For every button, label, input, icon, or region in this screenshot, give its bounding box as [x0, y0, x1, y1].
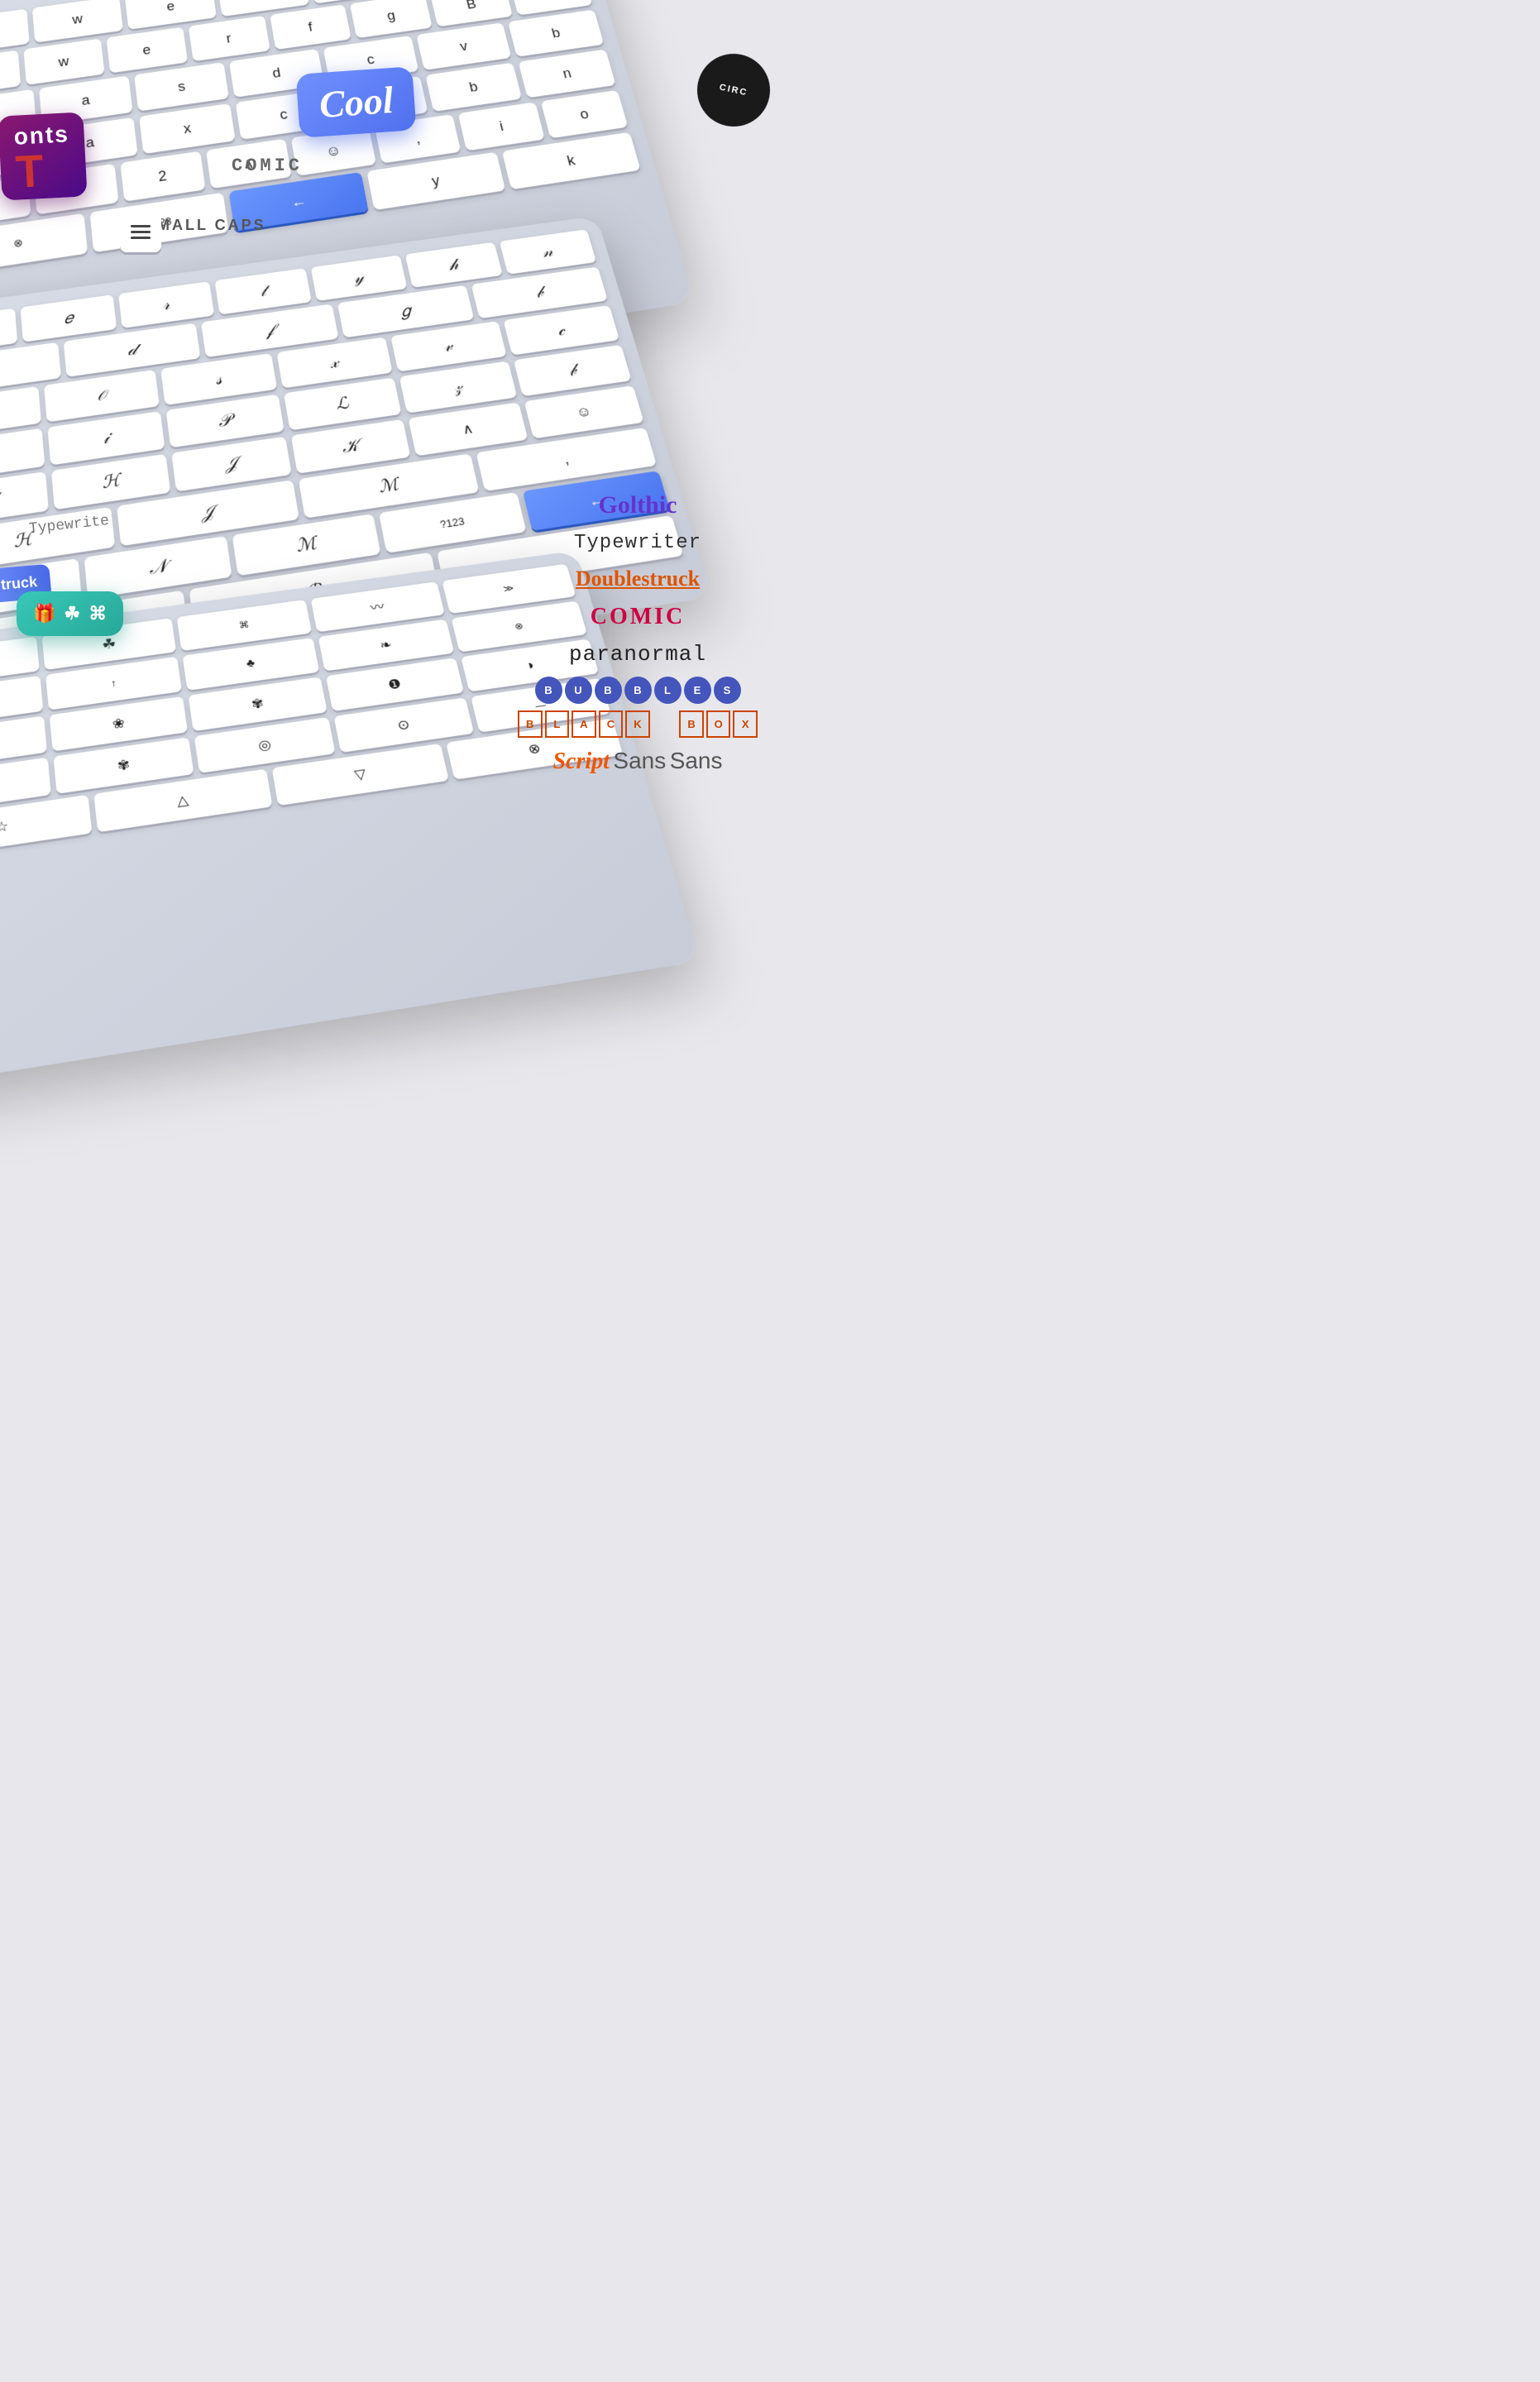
bubble-e: E — [684, 677, 711, 704]
bbox-x: X — [733, 710, 758, 738]
font-comic-text: COMIC — [591, 604, 686, 629]
bbox-k: K — [625, 710, 650, 738]
teal-icon-1: 🎁 — [33, 603, 55, 624]
key-sc-r[interactable]: 𝓇 — [118, 281, 214, 328]
bubble-l: L — [654, 677, 682, 704]
comic-label: COMIC — [232, 155, 303, 176]
teal-icon-3: ⌘ — [88, 603, 107, 624]
bubble-u: U — [565, 677, 592, 704]
cool-badge[interactable]: Cool — [295, 66, 416, 138]
bbox-c: C — [599, 710, 624, 738]
key-sc-e[interactable]: 𝑒 — [21, 294, 117, 342]
circ-badge: CIRC — [691, 47, 777, 133]
bbox-sp — [653, 710, 677, 738]
bbox-o: O — [706, 710, 731, 738]
key-i[interactable]: i — [458, 102, 545, 151]
circ-label: CIRC — [719, 83, 749, 98]
font-paranormal-text: paranormal — [569, 642, 706, 667]
key-2[interactable]: 2 — [120, 151, 205, 202]
hamburger-line-2 — [131, 231, 151, 233]
key-o2[interactable]: o — [541, 90, 628, 138]
font-panel: Golthic Typewriter Doublestruck COMIC pa… — [518, 488, 758, 784]
key-b2[interactable]: b — [508, 10, 604, 57]
fonts-badge[interactable]: onts T — [0, 112, 88, 200]
key-q[interactable]: q — [0, 50, 21, 98]
bubble-b: B — [535, 677, 562, 704]
key-sc-t[interactable]: 𝓉 — [215, 268, 312, 314]
teal-icon-2: ☘ — [64, 603, 80, 624]
key-star-outline[interactable]: ☆ — [0, 795, 92, 859]
font-blackbox-row[interactable]: B L A C K B O X — [518, 710, 758, 738]
key-s[interactable]: s — [135, 62, 230, 111]
font-doublestruck-text: Doublestruck — [576, 567, 700, 591]
bubble-s: S — [714, 677, 741, 704]
bbox-b2: B — [679, 710, 704, 738]
key-x[interactable]: x — [140, 103, 236, 154]
hamburger-line-1 — [131, 225, 151, 227]
font-script-sans-row[interactable]: Script Sans Sans — [518, 744, 758, 777]
font-gothic-row[interactable]: Golthic — [518, 488, 758, 523]
bubble-b3: B — [624, 677, 652, 704]
key-w2[interactable]: w — [23, 39, 104, 85]
bubble-b2: B — [595, 677, 622, 704]
key-g2[interactable]: g — [350, 0, 433, 38]
teal-badge[interactable]: 🎁 ☘ ⌘ — [17, 591, 123, 636]
key-backspace-x[interactable]: ⊗ — [0, 213, 88, 274]
font-bubbles-row[interactable]: B U B B L E S — [518, 677, 758, 704]
mallcaps-label: MALL CAPS — [157, 217, 266, 234]
font-comic-row[interactable]: COMIC — [518, 600, 758, 633]
key-r2[interactable]: r — [188, 16, 270, 61]
key-b3[interactable]: b — [425, 63, 522, 112]
font-paranormal-row[interactable]: paranormal — [518, 639, 758, 669]
key-e2[interactable]: e — [106, 27, 187, 74]
keyboard-app: ≡ w e r f g ∩ q w e r f g B . p a s d c … — [0, 0, 770, 1191]
hamburger-line-3 — [131, 237, 151, 239]
key-v[interactable]: v — [416, 22, 512, 70]
font-typewriter-text: Typewriter — [574, 532, 701, 554]
key-sc-n[interactable]: 𝓃 — [499, 229, 596, 275]
key-f2[interactable]: f — [270, 4, 352, 50]
font-sans-text: Sans — [613, 748, 666, 773]
bbox-a: A — [572, 710, 596, 738]
key-sc-h[interactable]: 𝒽 — [405, 242, 502, 288]
font-sans-label: Sans — [670, 748, 723, 773]
hamburger-menu[interactable] — [120, 211, 161, 252]
key-n[interactable]: n — [519, 50, 616, 98]
font-gothic-text: Golthic — [599, 491, 677, 519]
cool-label: Cool — [318, 79, 395, 126]
t-icon: T — [15, 149, 73, 193]
key-sc-y[interactable]: 𝓎 — [310, 255, 407, 301]
font-script-text: Script — [552, 749, 609, 774]
bbox-b: B — [518, 710, 543, 738]
bbox-l: L — [545, 710, 570, 738]
font-typewriter-row[interactable]: Typewriter — [518, 529, 758, 557]
font-doublestruck-row[interactable]: Doublestruck — [518, 564, 758, 594]
